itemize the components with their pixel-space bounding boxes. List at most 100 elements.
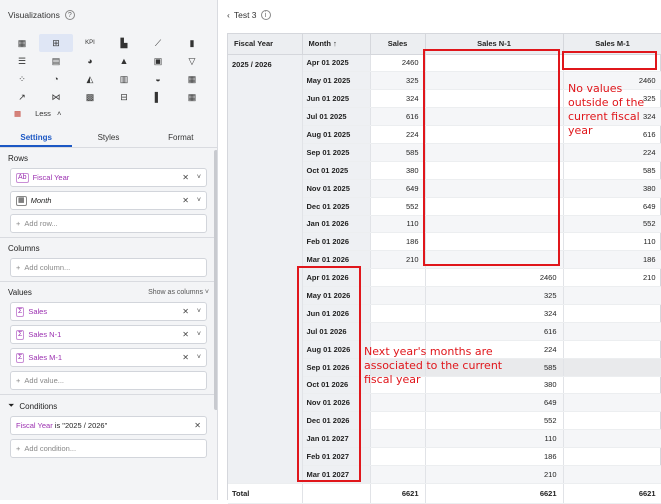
sales-cell: 324: [370, 89, 426, 109]
tab-format[interactable]: Format: [145, 128, 217, 147]
bar-chart-icon[interactable]: ▙: [107, 34, 141, 52]
sales-m1-cell: [563, 340, 661, 359]
month-cell: Apr 01 2026: [302, 268, 371, 288]
sales-n1-cell: 324: [425, 304, 564, 323]
combo-chart-icon[interactable]: ▥: [107, 70, 141, 88]
remove-icon[interactable]: ✕: [182, 196, 189, 205]
histogram-icon[interactable]: ▌: [141, 88, 175, 106]
header-sales[interactable]: Sales: [370, 34, 426, 55]
total-label: Total: [228, 482, 303, 504]
row-field-fiscal-year[interactable]: Ab Fiscal Year ✕ ˅: [10, 168, 207, 187]
remove-icon[interactable]: ✕: [182, 353, 189, 362]
sales-cell: 325: [370, 71, 426, 91]
remove-icon[interactable]: ✕: [182, 330, 189, 339]
treemap-icon[interactable]: ▩: [73, 88, 107, 106]
heatmap-icon[interactable]: ▦: [175, 88, 209, 106]
sales-n1-cell: [425, 89, 564, 109]
chevron-up-icon: ˄: [56, 109, 62, 118]
row-field-month[interactable]: ▦ Month ✕ ˅: [10, 191, 207, 210]
pyramid-chart-icon[interactable]: ▲: [107, 52, 141, 70]
row-field-label: Fiscal Year: [32, 173, 70, 182]
sales-n1-cell: [425, 161, 564, 180]
add-value-field[interactable]: + Add value...: [10, 371, 207, 390]
chevron-down-icon[interactable]: ˅: [197, 197, 201, 204]
kpi-icon[interactable]: KPI: [73, 34, 107, 52]
show-as-dropdown[interactable]: Show as columns ˅: [148, 289, 209, 296]
tab-styles[interactable]: Styles: [72, 128, 144, 147]
month-cell: May 01 2025: [302, 71, 371, 91]
map-icon[interactable]: ▣: [141, 52, 175, 70]
add-condition-field[interactable]: + Add condition...: [10, 439, 207, 458]
table-icon[interactable]: ▦: [5, 34, 39, 52]
value-field-sales[interactable]: Σ Sales ✕ ˅: [10, 302, 207, 321]
measure-icon: Σ: [16, 306, 25, 317]
sales-cell: [370, 304, 426, 323]
value-field-label: Sales M-1: [28, 353, 63, 362]
remove-icon[interactable]: ✕: [194, 421, 201, 430]
fiscal-year-cell: 2025 / 2026: [228, 54, 303, 484]
total-row: Total 6621 6621 6621: [228, 482, 661, 504]
report-panel: ‹ Test 3 i Fiscal Year Month ↑ Sales Sal…: [219, 0, 661, 504]
tab-settings[interactable]: Settings: [0, 128, 73, 147]
horizontal-bar-icon[interactable]: ☰: [5, 52, 39, 70]
column-chart-icon[interactable]: ▮: [175, 34, 209, 52]
waterfall-icon[interactable]: ▦: [175, 70, 209, 88]
visualizations-title: Visualizations: [8, 10, 60, 20]
sales-cell: [370, 411, 426, 431]
condition-fiscal-year[interactable]: Fiscal Year is "2025 / 2026" ✕: [10, 416, 207, 435]
pie-chart-icon[interactable]: ◔: [39, 70, 73, 88]
gauge-icon[interactable]: ◒: [141, 70, 175, 88]
sales-m1-cell: 552: [563, 215, 661, 234]
date-icon: ▦: [16, 195, 27, 206]
add-column-label: Add column...: [24, 263, 71, 272]
total-sales-n1: 6621: [425, 482, 564, 504]
sales-m1-cell: [563, 54, 661, 73]
sales-m1-cell: [563, 465, 661, 484]
header-fiscal-year[interactable]: Fiscal Year: [228, 34, 303, 55]
less-toggle[interactable]: ▦ Less ˄: [0, 106, 217, 121]
value-field-sales-m1[interactable]: Σ Sales M-1 ✕ ˅: [10, 348, 207, 367]
visualization-grid: ▦ ⊞ KPI ▙ ⟋ ▮ ☰ ▤ ◕ ▲ ▣ ▽ ⁘ ◔ ◭ ▥ ◒ ▦ ↗ ⋈ ▩ ⊟ ▌ ▦: [0, 34, 217, 106]
month-cell: Oct 01 2026: [302, 376, 371, 395]
sort-asc-icon[interactable]: ↑: [333, 39, 337, 48]
sales-m1-cell: [563, 304, 661, 323]
sankey-icon[interactable]: ⋈: [39, 88, 73, 106]
sales-n1-cell: [425, 107, 564, 127]
help-icon[interactable]: ?: [64, 10, 75, 20]
pivot-table-icon[interactable]: ⊞: [39, 34, 73, 52]
columns-section: Columns + Add column...: [0, 238, 217, 277]
values-title: Values: [8, 288, 32, 297]
sales-m1-cell: [563, 429, 661, 449]
add-column-field[interactable]: + Add column...: [10, 258, 207, 277]
donut-chart-icon[interactable]: ◕: [73, 52, 107, 70]
stacked-bar-icon[interactable]: ▤: [39, 52, 73, 70]
annotation-no-values: No values outside of the current fiscal …: [568, 82, 645, 137]
info-icon[interactable]: i: [260, 10, 271, 20]
sales-n1-cell: [425, 197, 564, 216]
funnel-icon[interactable]: ▽: [175, 52, 209, 70]
chevron-down-icon[interactable]: ˅: [197, 354, 201, 361]
scatter-icon[interactable]: ⁘: [5, 70, 39, 88]
month-cell: Jan 01 2027: [302, 429, 371, 449]
chevron-down-icon[interactable]: ˅: [197, 174, 201, 181]
sales-m1-cell: 649: [563, 197, 661, 216]
add-row-field[interactable]: + Add row...: [10, 214, 207, 233]
remove-icon[interactable]: ✕: [182, 307, 189, 316]
chevron-down-icon[interactable]: ˅: [197, 308, 201, 315]
sales-cell: 210: [370, 250, 426, 270]
trend-icon[interactable]: ↗: [5, 88, 39, 106]
measure-icon: Σ: [16, 352, 25, 363]
header-sales-m1[interactable]: Sales M-1: [563, 34, 661, 55]
header-sales-n1[interactable]: Sales N-1: [425, 34, 564, 55]
boxplot-icon[interactable]: ⊟: [107, 88, 141, 106]
month-cell: Mar 01 2027: [302, 465, 371, 484]
header-month[interactable]: Month ↑: [302, 34, 371, 55]
line-chart-icon[interactable]: ⟋: [141, 34, 175, 52]
report-title: Test 3: [233, 10, 257, 20]
remove-icon[interactable]: ✕: [182, 173, 189, 182]
scrollbar[interactable]: [214, 150, 217, 410]
area-chart-icon[interactable]: ◭: [73, 70, 107, 88]
collapse-icon[interactable]: ‹: [227, 10, 230, 20]
chevron-down-icon[interactable]: ˅: [197, 331, 201, 338]
value-field-sales-n1[interactable]: Σ Sales N-1 ✕ ˅: [10, 325, 207, 344]
